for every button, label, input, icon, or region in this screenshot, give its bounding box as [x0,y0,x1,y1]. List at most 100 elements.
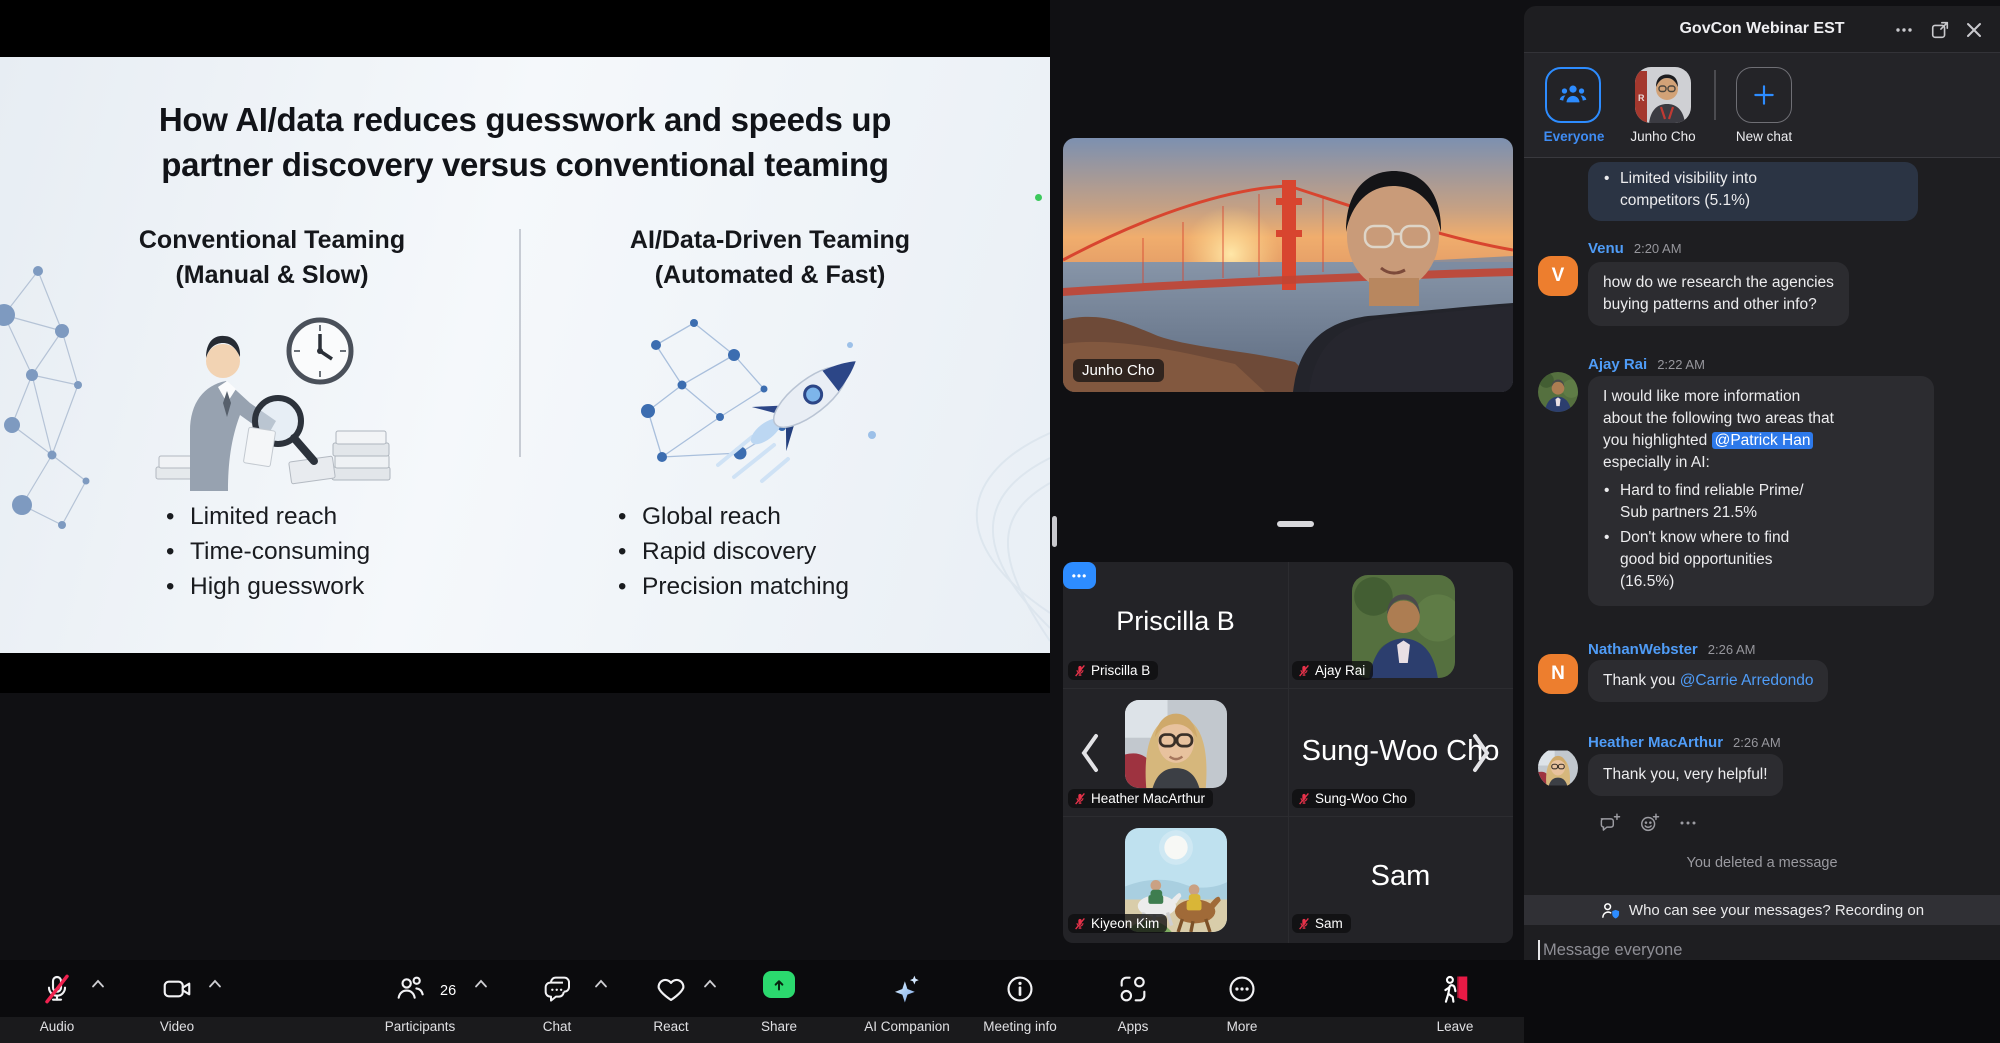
chat-panel: GovCon Webinar EST [1524,6,2000,1043]
network-graph-decoration [0,253,100,553]
chat-privacy-bar[interactable]: Who can see your messages? Recording on [1524,895,2000,925]
more-button[interactable]: More [1172,960,1312,1043]
new-chat-button[interactable] [1736,67,1792,123]
apps-label: Apps [1118,1019,1149,1034]
privacy-notice-text: Who can see your messages? Recording on [1629,902,1924,919]
chat-message-bubble: Thank you, very helpful! [1588,754,1783,796]
mention-patrick-han[interactable]: @Patrick Han [1712,432,1814,449]
mic-muted-icon [1073,792,1087,806]
pop-out-icon[interactable] [1928,18,1952,42]
mic-muted-icon [40,972,74,1006]
speaker-name-label: Junho Cho [1082,362,1155,379]
chat-bubbles-icon [540,972,574,1006]
tab-everyone[interactable] [1545,67,1601,123]
participants-button[interactable]: Participants [350,960,490,1043]
chat-message-bubble: Thank you @Carrie Arredondo [1588,660,1828,702]
audio-options-chevron[interactable] [91,979,105,989]
slide-right-bullets: Global reach Rapid discovery Precision m… [618,499,849,604]
close-icon[interactable] [1962,18,1986,42]
tile-more-options-button[interactable]: ••• [1063,562,1096,589]
participant-chip-label: Kiyeon Kim [1091,916,1159,931]
message-meta: Heather MacArthur2:26 AM [1588,734,1781,751]
avatar-venu: V [1538,256,1578,296]
chat-more-menu-icon[interactable] [1892,18,1916,42]
message-time: 2:22 AM [1657,357,1705,372]
leave-label: Leave [1437,1019,1474,1034]
tabs-separator [1714,70,1716,120]
shared-screen-area: How AI/data reduces guesswork and speeds… [0,0,1050,693]
mic-muted-icon [1297,664,1311,678]
chat-message-bubble: how do we research the agencies buying p… [1588,262,1849,326]
video-label: Video [160,1019,194,1034]
message-time: 2:26 AM [1708,642,1756,657]
previous-page-chevron[interactable] [1077,732,1107,774]
tab-junho-cho[interactable]: R [1635,67,1691,123]
chat-bullet-text: Don't know where to find good bid opport… [1603,527,1919,593]
leave-icon [1438,972,1472,1006]
slide-left-column-header: Conventional Teaming (Manual & Slow) [42,223,502,293]
react-label: React [653,1019,688,1034]
svg-text:R: R [1638,93,1645,103]
participant-chip: Ajay Rai [1292,661,1373,680]
sender-name: Venu [1588,240,1624,257]
slide-left-bullets: Limited reach Time-consuming High guessw… [166,499,370,604]
share-screen-icon [763,971,795,998]
message-meta: NathanWebster2:26 AM [1588,641,1755,658]
video-button[interactable]: Video [107,960,247,1043]
message-meta: Ajay Rai2:22 AM [1588,356,1705,373]
avatar-nathan: N [1538,654,1578,694]
participant-chip: Priscilla B [1068,661,1158,680]
add-reaction-icon[interactable] [1639,812,1661,834]
message-time: 2:26 AM [1733,735,1781,750]
junho-avatar: R [1635,67,1691,123]
speaker-name-chip: Junho Cho [1073,359,1164,382]
apps-icon [1116,972,1150,1006]
more-actions-icon[interactable] [1678,813,1698,833]
next-page-chevron[interactable] [1468,732,1498,774]
participant-chip-label: Sam [1315,916,1343,931]
zoom-meeting-window: How AI/data reduces guesswork and speeds… [0,0,2000,1043]
mention-carrie-arredondo[interactable]: @Carrie Arredondo [1680,672,1814,689]
participant-chip: Sung-Woo Cho [1292,789,1415,808]
chat-tabs-bar: Everyone R Junho Cho [1524,52,2000,158]
message-meta: Venu 2:20 AM [1588,240,1682,257]
ai-companion-label: AI Companion [864,1019,950,1034]
participant-chip-label: Heather MacArthur [1091,791,1205,806]
participants-options-chevron[interactable] [474,979,488,989]
message-actions-row [1600,812,1698,834]
mic-muted-icon [1297,917,1311,931]
mic-muted-icon [1073,917,1087,931]
participant-tile-sam[interactable]: Sam [1288,860,1513,893]
video-options-chevron[interactable] [208,979,222,989]
manual-search-illustration [130,309,400,491]
share-button[interactable]: Share [709,960,849,1043]
heart-icon [654,972,688,1006]
meeting-info-label: Meeting info [983,1019,1057,1034]
new-chat-label[interactable]: New chat [1709,129,1819,144]
chat-message-bubble-pinned: Limited visibility into competitors (5.1… [1588,162,1918,221]
chat-message-bubble: I would like more information about the … [1588,376,1934,606]
participants-count: 26 [440,983,456,999]
reply-icon[interactable] [1600,812,1622,834]
participant-avatar-heather[interactable] [1125,700,1227,788]
participants-label: Participants [385,1019,456,1034]
participants-icon [393,972,427,1006]
message-time: 2:20 AM [1634,241,1682,256]
leave-button[interactable]: Leave [1385,960,1525,1043]
mic-muted-icon [1073,664,1087,678]
panel-resize-handle-horizontal[interactable] [1277,521,1314,527]
participants-grid: Priscilla B Priscilla B [1063,562,1513,943]
speaker-video-tile[interactable]: Junho Cho [1063,138,1513,392]
share-label: Share [761,1019,797,1034]
participant-tile-priscilla[interactable]: Priscilla B [1063,606,1288,637]
rocket-illustration [622,305,907,493]
audio-label: Audio [40,1019,75,1034]
mic-muted-icon [1297,792,1311,806]
more-icon [1225,972,1259,1006]
chat-bullet-text: Limited visibility into competitors (5.1… [1603,168,1903,212]
panel-resize-handle-vertical[interactable] [1052,516,1057,547]
participant-chip: Heather MacArthur [1068,789,1213,808]
participant-chip: Kiyeon Kim [1068,914,1167,933]
message-input[interactable]: Message everyone [1538,940,1682,961]
tab-junho-label[interactable]: Junho Cho [1608,129,1718,144]
